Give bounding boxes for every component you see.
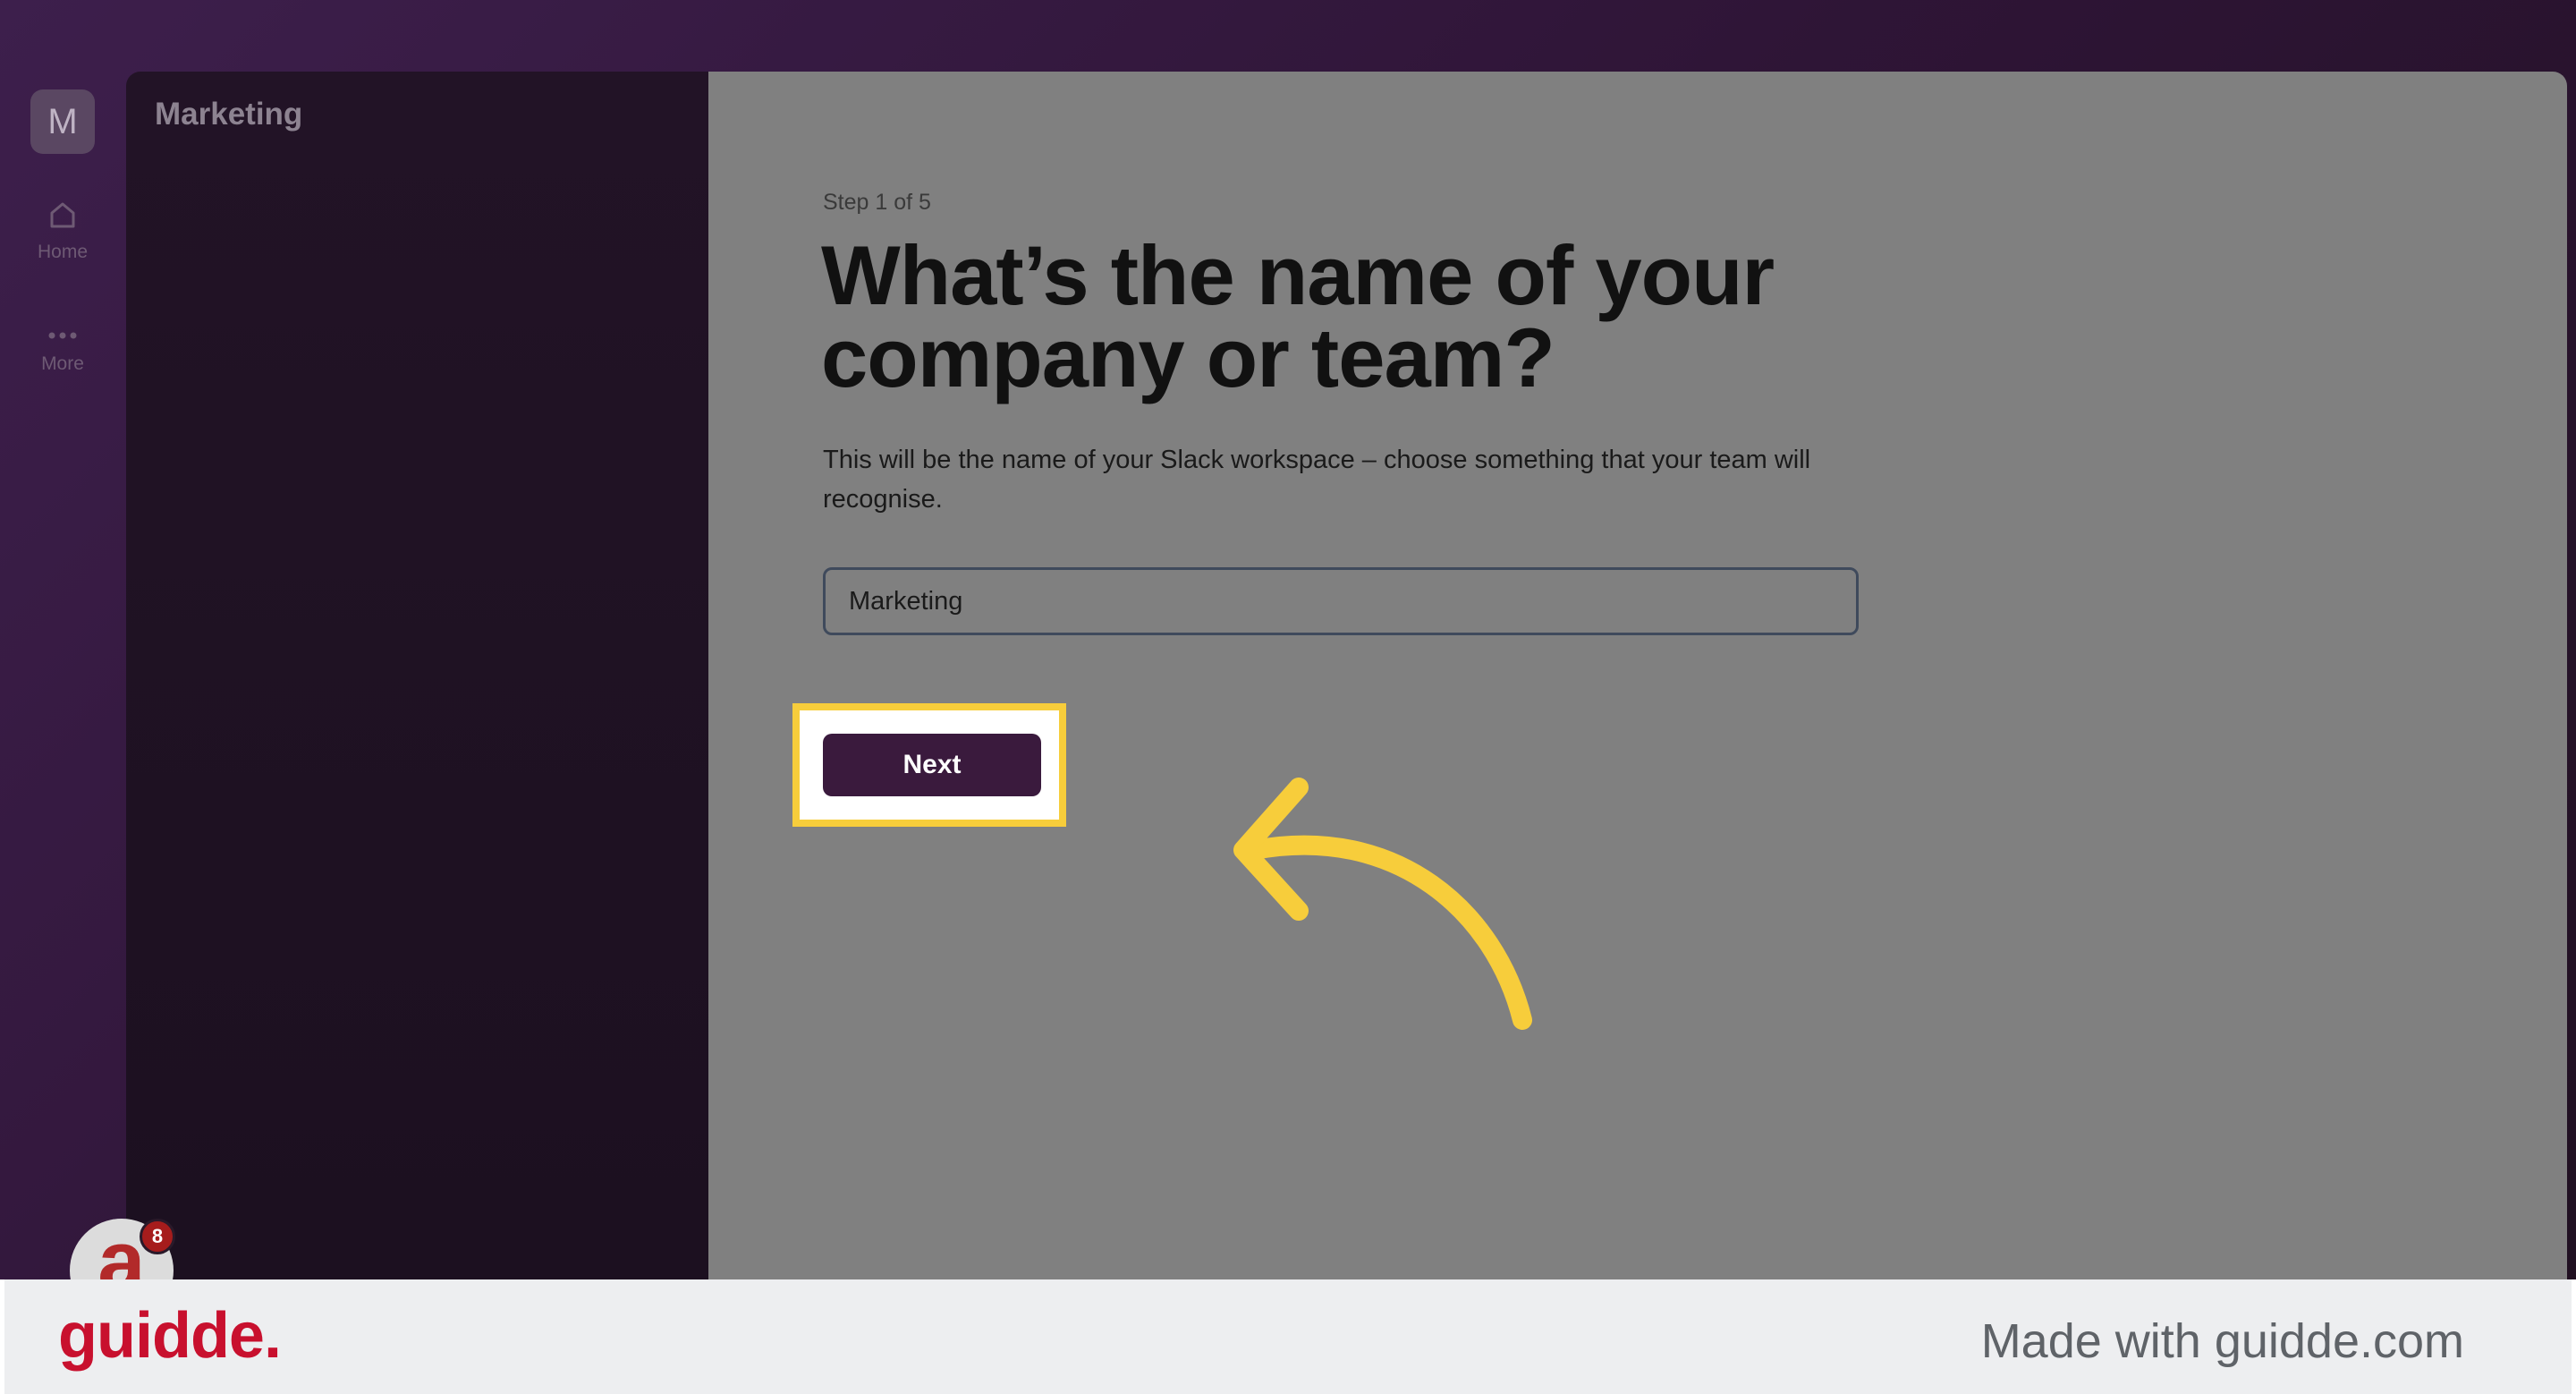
step-indicator: Step 1 of 5: [823, 190, 931, 215]
footer-bar: guidde. Made with guidde.com: [0, 1279, 2576, 1394]
workspace-name-input[interactable]: [823, 567, 1859, 635]
page-title: What’s the name of your company or team?: [821, 228, 1775, 404]
next-button[interactable]: Next: [823, 734, 1041, 796]
sidebar: Marketing: [126, 72, 709, 1279]
setup-panel: Step 1 of 5 What’s the name of your comp…: [708, 72, 2567, 1279]
more-dots-icon: [48, 332, 77, 339]
rail-home-label: Home: [37, 242, 89, 262]
rail-more-label: More: [41, 353, 84, 374]
workspace-rail: M Home More: [0, 72, 125, 1279]
home-icon: [50, 202, 75, 228]
guidde-logo[interactable]: guidde.: [58, 1299, 282, 1373]
notification-badge: 8: [140, 1219, 175, 1254]
workspace-badge[interactable]: M: [30, 89, 95, 154]
made-with-text[interactable]: Made with guidde.com: [1981, 1313, 2464, 1369]
description-text: This will be the name of your Slack work…: [823, 446, 1811, 514]
pointer-arrow-icon: [1233, 778, 1532, 1030]
rail-item-more[interactable]: More: [0, 327, 125, 375]
rail-item-home[interactable]: Home: [0, 197, 125, 263]
sidebar-workspace-title: Marketing: [155, 97, 303, 132]
